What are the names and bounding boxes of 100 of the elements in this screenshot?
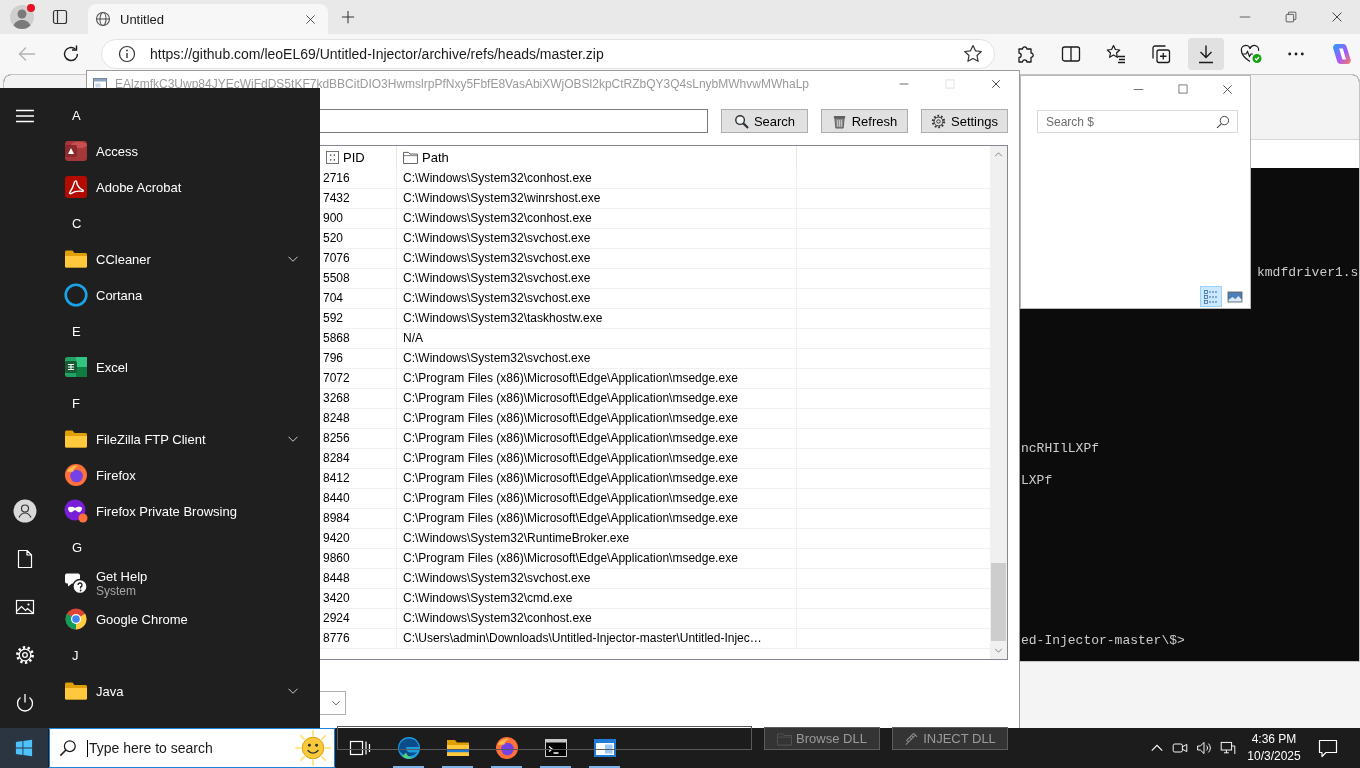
console-line: ed-Injector-master\$>	[1021, 633, 1185, 649]
star-icon[interactable]	[963, 44, 983, 64]
app-list-item[interactable]: Firefox	[50, 457, 299, 493]
group-letter[interactable]: F	[50, 385, 299, 421]
close-icon[interactable]	[305, 13, 316, 25]
heart-check-icon	[1240, 44, 1262, 64]
path-cell: C:\Program Files (x86)\Microsoft\Edge\Application\msedge.exe	[397, 409, 797, 428]
more-icon	[1287, 51, 1305, 57]
close-icon[interactable]	[1331, 11, 1343, 23]
taskbar-search-field[interactable]: Type here to search	[49, 728, 335, 768]
app-list-item[interactable]: Google Chrome	[50, 601, 299, 637]
path-cell: C:\Program Files (x86)\Microsoft\Edge\Application\msedge.exe	[397, 369, 797, 388]
group-letter[interactable]: E	[50, 313, 299, 349]
path-cell: C:\Windows\System32\cmd.exe	[397, 589, 797, 608]
settings-icon[interactable]	[15, 645, 35, 665]
search-button[interactable]: Search	[721, 109, 808, 133]
split-screen-icon	[1061, 44, 1081, 64]
chevron-down-icon[interactable]	[331, 698, 341, 708]
path-cell: C:\Program Files (x86)\Microsoft\Edge\Application\msedge.exe	[397, 469, 797, 488]
path-cell: C:\Windows\System32\conhost.exe	[397, 609, 797, 628]
document-icon[interactable]	[15, 549, 35, 569]
close-icon[interactable]	[991, 79, 1001, 89]
syringe-icon	[904, 731, 920, 746]
mask-badge-icon	[64, 499, 88, 523]
settings-button[interactable]: Settings	[921, 109, 1008, 133]
scrollbar-thumb[interactable]	[991, 563, 1006, 641]
sun-smiley-icon[interactable]	[295, 730, 331, 766]
path-cell: C:\Windows\System32\winrshost.exe	[397, 189, 797, 208]
browse-dll-button[interactable]: Browse DLL	[764, 727, 880, 750]
inject-dll-button[interactable]: INJECT DLL	[892, 727, 1008, 750]
path-cell: C:\Program Files (x86)\Microsoft\Edge\Application\msedge.exe	[397, 429, 797, 448]
group-letter[interactable]: J	[50, 637, 299, 673]
app-list-item[interactable]: Cortana	[50, 277, 299, 313]
path-cell: C:\Windows\System32\svchost.exe	[397, 349, 797, 368]
path-cell: C:\Windows\System32\svchost.exe	[397, 569, 797, 588]
app-list-item[interactable]: FileZilla FTP Client	[50, 421, 299, 457]
plus-icon[interactable]	[341, 10, 355, 24]
group-letter[interactable]: C	[50, 205, 299, 241]
video-camera-icon[interactable]	[1172, 740, 1188, 756]
list-view-icon	[1203, 288, 1219, 305]
browser-tab[interactable]: Untitled	[88, 4, 328, 34]
app-list-item[interactable]: Access	[50, 133, 299, 169]
text-cursor-icon	[87, 739, 88, 757]
window-title: EAlzmfkC3Uwp84JYEcWiFdDS5tKF7kdBBCitDIO3HwmslrpPfNxy5FbfE8VasAbiXWjOBSl2kpCtRZbQY3Q4sLnybMWhvwMWhaLp	[115, 77, 809, 91]
path-cell: C:\Program Files (x86)\Microsoft\Edge\Application\msedge.exe	[397, 489, 797, 508]
user-icon[interactable]	[13, 499, 37, 523]
refresh-button[interactable]: Refresh	[821, 109, 908, 133]
close-icon[interactable]	[1222, 83, 1233, 95]
path-cell: C:\Windows\System32\svchost.exe	[397, 289, 797, 308]
app-list-item[interactable]: Excel	[50, 349, 299, 385]
path-cell: C:\Program Files (x86)\Microsoft\Edge\Application\msedge.exe	[397, 509, 797, 528]
path-cell: C:\Windows\System32\svchost.exe	[397, 229, 797, 248]
column-header[interactable]: Path	[397, 146, 797, 169]
app-list-item[interactable]: CCleaner	[50, 241, 299, 277]
dotted-square-icon	[326, 151, 339, 164]
console-line: kmdfdriver1.s	[1257, 265, 1359, 281]
path-cell: C:\Windows\System32\svchost.exe	[397, 269, 797, 288]
speaker-icon[interactable]	[1196, 740, 1212, 756]
globe-icon	[95, 11, 111, 27]
puzzle-piece-icon	[1016, 44, 1036, 64]
path-cell: C:\Windows\System32\svchost.exe	[397, 249, 797, 268]
database-tile-icon	[64, 139, 88, 163]
app-list-item[interactable]: Java	[50, 673, 299, 709]
sidebar-square-icon[interactable]	[52, 9, 68, 25]
console-line: LXPf	[1021, 473, 1053, 489]
details-view-button[interactable]	[1200, 286, 1222, 307]
path-cell: C:\Windows\System32\RuntimeBroker.exe	[397, 529, 797, 548]
path-cell: C:\Program Files (x86)\Microsoft\Edge\Application\msedge.exe	[397, 389, 797, 408]
group-letter[interactable]: G	[50, 529, 299, 565]
search-icon[interactable]	[1216, 114, 1230, 129]
pictures-icon[interactable]	[15, 597, 35, 617]
app-category-label: System	[96, 583, 136, 598]
clock-time[interactable]: 4:36 PM	[1251, 731, 1297, 748]
reload-icon[interactable]	[61, 44, 81, 64]
path-cell: C:\Program Files (x86)\Microsoft\Edge\Application\msedge.exe	[397, 449, 797, 468]
monitor-icon[interactable]	[1220, 740, 1236, 756]
folder-icon	[777, 731, 793, 746]
group-letter[interactable]: A	[50, 97, 299, 133]
app-list-item[interactable]: Get Help System	[50, 565, 299, 601]
settings-icon	[931, 113, 946, 129]
download-icon	[1196, 44, 1216, 64]
search-field[interactable]: Search $	[1037, 110, 1238, 133]
info-icon[interactable]	[118, 45, 136, 63]
address-bar[interactable]: https://github.com/leoEL69/Untitled-Injector/archive/refs/heads/master.zip	[101, 39, 995, 69]
start-button[interactable]	[0, 728, 48, 768]
star-list-icon	[1106, 44, 1126, 64]
search-icon	[733, 113, 749, 129]
dll-path-field[interactable]	[337, 726, 752, 750]
clock-date[interactable]: 10/3/2025	[1247, 748, 1301, 765]
notification-icon[interactable]	[1318, 738, 1338, 758]
tricolor-circle-icon	[64, 607, 88, 631]
folder-icon	[403, 151, 418, 164]
downloads-button[interactable]	[1188, 38, 1224, 70]
task-view-icon	[348, 738, 371, 758]
path-cell: C:\Windows\System32\conhost.exe	[397, 209, 797, 228]
restore-icon[interactable]	[1285, 11, 1297, 23]
app-list-item[interactable]: Firefox Private Browsing	[50, 493, 299, 529]
app-list-item[interactable]: Adobe Acrobat	[50, 169, 299, 205]
power-icon[interactable]	[15, 693, 35, 713]
profile-avatar-icon[interactable]	[8, 3, 36, 31]
